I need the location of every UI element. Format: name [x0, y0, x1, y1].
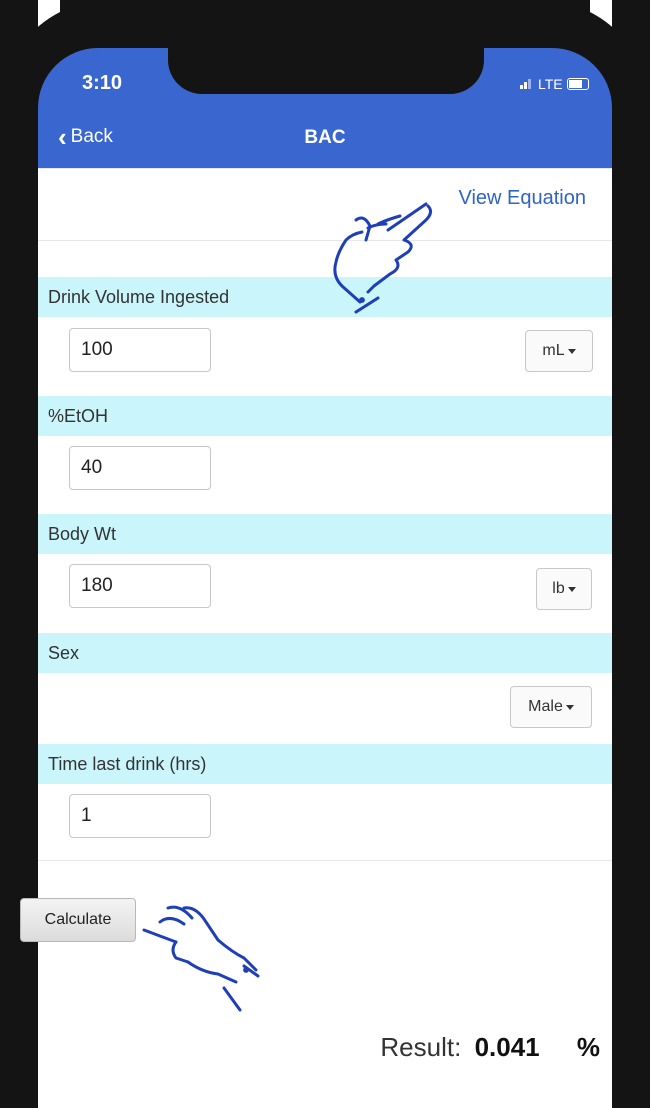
sex-value: Male — [528, 698, 563, 715]
time-last-drink-label: Time last drink (hrs) — [48, 754, 207, 774]
result-value: 0.041 — [474, 1032, 540, 1062]
calculate-button[interactable]: Calculate — [20, 898, 136, 942]
drink-volume-value: 100 — [81, 339, 113, 360]
status-indicators: LTE — [520, 76, 589, 92]
view-equation-link[interactable]: View Equation — [459, 187, 587, 210]
divider — [38, 168, 612, 169]
result-label: Result: — [380, 1032, 462, 1062]
etoh-label-row: %EtOH — [38, 396, 612, 436]
pointing-hand-icon — [333, 202, 433, 314]
pointing-hand-icon — [142, 905, 260, 1012]
drink-volume-input[interactable]: 100 — [69, 328, 211, 372]
body-wt-value: 180 — [81, 575, 113, 596]
result-display: Result: 0.041 % — [380, 1032, 600, 1063]
sex-dropdown[interactable]: Male — [510, 686, 592, 728]
body-wt-label-row: Body Wt — [38, 514, 612, 554]
weight-unit-value: lb — [552, 580, 565, 597]
volume-unit-dropdown[interactable]: mL — [525, 330, 593, 372]
result-unit: % — [576, 1032, 600, 1062]
status-time: 3:10 — [82, 72, 123, 94]
body-wt-label: Body Wt — [48, 524, 117, 544]
drink-volume-label: Drink Volume Ingested — [48, 287, 230, 307]
sex-label-row: Sex — [38, 633, 612, 673]
etoh-label: %EtOH — [48, 406, 109, 426]
frame-right-bezel — [612, 0, 650, 1108]
signal-icon — [520, 79, 534, 89]
network-label: LTE — [538, 76, 563, 92]
volume-unit-value: mL — [542, 342, 565, 359]
dropdown-caret-icon — [565, 704, 574, 710]
time-last-drink-label-row: Time last drink (hrs) — [38, 744, 612, 784]
time-last-drink-value: 1 — [81, 805, 92, 826]
divider — [38, 860, 612, 861]
etoh-input[interactable]: 40 — [69, 446, 211, 490]
frame-top-bezel — [60, 0, 590, 48]
dropdown-caret-icon — [567, 348, 576, 354]
phone-notch — [168, 44, 484, 94]
battery-icon — [566, 78, 589, 90]
page-title: BAC — [304, 127, 346, 148]
weight-unit-dropdown[interactable]: lb — [536, 568, 592, 610]
etoh-value: 40 — [81, 457, 103, 478]
phone-screen: 3:10 LTE ‹ Back BAC View Equation Drink … — [0, 0, 650, 1108]
sex-label: Sex — [48, 643, 80, 663]
time-last-drink-input[interactable]: 1 — [69, 794, 211, 838]
body-wt-input[interactable]: 180 — [69, 564, 211, 608]
dropdown-caret-icon — [567, 586, 576, 592]
